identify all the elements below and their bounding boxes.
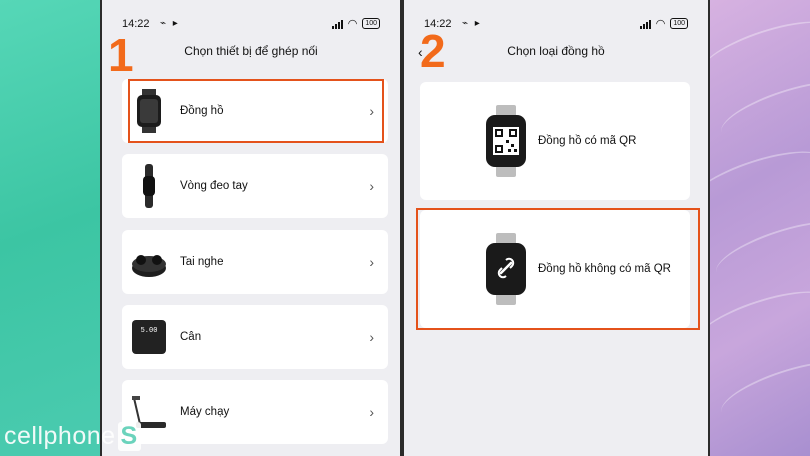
signal-icon: [639, 19, 651, 29]
qr-watch-icon: [486, 105, 526, 177]
chevron-right-icon: ›: [369, 329, 374, 345]
cellphones-logo: cellphone S: [4, 422, 141, 451]
chevron-right-icon: ›: [369, 178, 374, 194]
watch-type-no-qr[interactable]: Đồng hồ không có mã QR: [420, 210, 690, 328]
battery-icon: 100: [362, 18, 380, 29]
phone-edge: [708, 0, 710, 456]
phone-screen-watch-type: 14:22 ⌁ ▸ ◠ 100 ‹ Chọn loại đồng hồ Đồng…: [404, 0, 708, 456]
watch-type-label: Đồng hồ không có mã QR: [538, 263, 671, 275]
scale-readout: 5.00: [141, 327, 158, 335]
wifi-icon: ◠: [655, 18, 666, 30]
page-title: Chọn loại đồng hồ: [507, 44, 605, 58]
device-item-watch[interactable]: Đồng hồ ›: [122, 79, 388, 143]
device-item-scale[interactable]: 5.00 Cân ›: [122, 305, 388, 369]
device-item-label: Vòng đeo tay: [180, 180, 248, 192]
notification-icons: ⌁ ▸: [160, 18, 180, 29]
scale-icon: 5.00: [132, 320, 166, 354]
background-left: [0, 0, 102, 456]
device-item-band[interactable]: Vòng đeo tay ›: [122, 154, 388, 218]
device-item-label: Đồng hồ: [180, 105, 224, 117]
device-item-treadmill[interactable]: Máy chạy ›: [122, 380, 388, 444]
device-item-label: Máy chạy: [180, 406, 230, 418]
status-bar: 14:22 ⌁ ▸ ◠ 100: [404, 14, 708, 34]
device-item-label: Cân: [180, 331, 202, 343]
status-bar: 14:22 ⌁ ▸ ◠ 100: [102, 14, 400, 34]
chevron-right-icon: ›: [369, 404, 374, 420]
earbuds-icon: [132, 255, 166, 277]
watch-icon: [137, 89, 161, 133]
watch-type-qr[interactable]: Đồng hồ có mã QR: [420, 82, 690, 200]
device-item-earbuds[interactable]: Tai nghe ›: [122, 230, 388, 294]
step-number: 2: [420, 25, 446, 77]
logo-text: cellphone: [4, 422, 116, 450]
notification-icons: ⌁ ▸: [462, 18, 482, 29]
chevron-right-icon: ›: [369, 103, 374, 119]
signal-icon: [331, 19, 343, 29]
battery-icon: 100: [670, 18, 688, 29]
logo-s: S: [117, 422, 141, 451]
chevron-right-icon: ›: [369, 254, 374, 270]
phone-screen-device-select: 14:22 ⌁ ▸ ◠ 100 Chọn thiết bị để ghép nố…: [102, 0, 400, 456]
page-title: Chọn thiết bị để ghép nối: [184, 44, 318, 58]
background-right: [684, 0, 810, 456]
link-watch-icon: [486, 233, 526, 305]
device-item-label: Tai nghe: [180, 256, 224, 268]
step-number: 1: [108, 29, 134, 81]
watch-type-label: Đồng hồ có mã QR: [538, 135, 637, 147]
wifi-icon: ◠: [347, 18, 358, 30]
band-icon: [143, 164, 155, 208]
